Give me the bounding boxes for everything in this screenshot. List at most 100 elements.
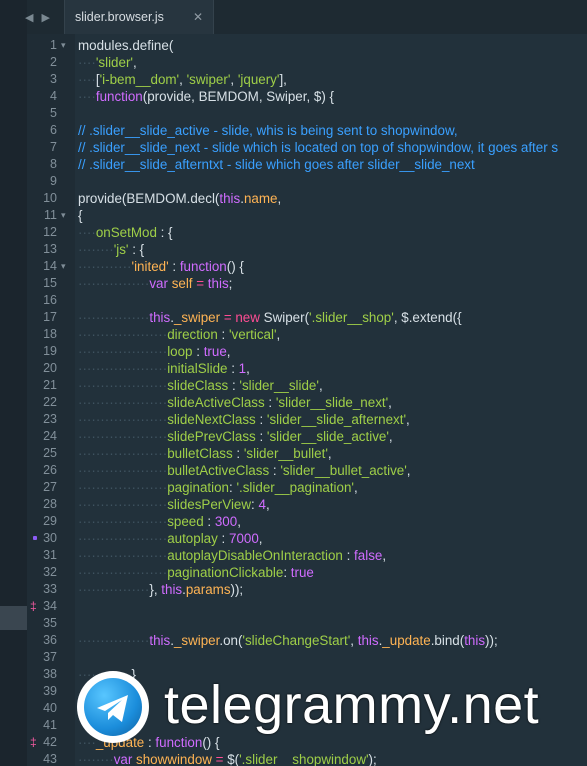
whitespace-token: ···················· bbox=[78, 531, 168, 546]
whitespace-token: ···· bbox=[78, 89, 96, 104]
code-line[interactable]: 27 ····················pagination: '.slid… bbox=[27, 479, 587, 496]
code-line[interactable]: 7 // .slider__slide_next - slide which is… bbox=[27, 139, 587, 156]
code-line[interactable]: 36 ················this._swiper.on('slide… bbox=[27, 632, 587, 649]
code-text: ····················pagination: '.slider… bbox=[78, 479, 358, 496]
code-token: paginationClickable bbox=[167, 565, 284, 580]
code-text: ····'slider', bbox=[78, 54, 137, 71]
code-text: ····················autoplayDisableOnInt… bbox=[78, 547, 386, 564]
back-arrow-icon[interactable]: ◀ bbox=[25, 11, 33, 24]
line-number: 31 bbox=[43, 548, 57, 562]
code-line[interactable]: 14 ▾ ············'inited' : function() { bbox=[27, 258, 587, 275]
code-line[interactable]: 23 ····················slideNextClass : '… bbox=[27, 411, 587, 428]
code-token: : bbox=[217, 531, 229, 546]
fold-arrow-icon[interactable]: ▾ bbox=[61, 37, 66, 54]
tab-slider-browser-js[interactable]: slider.browser.js ✕ bbox=[64, 0, 214, 34]
code-line[interactable]: 8 // .slider__slide_afterntxt - slide whi… bbox=[27, 156, 587, 173]
code-token: $( bbox=[227, 752, 240, 766]
code-line[interactable]: 30 ····················autoplay : 7000, bbox=[27, 530, 587, 547]
code-token: '.slider__shopwindow' bbox=[239, 752, 369, 766]
line-number: 12 bbox=[43, 225, 57, 239]
code-token: new bbox=[235, 310, 264, 325]
code-line[interactable]: 9 bbox=[27, 173, 587, 190]
code-token: 7000 bbox=[229, 531, 259, 546]
code-line[interactable]: 26 ····················bulletActiveClass … bbox=[27, 462, 587, 479]
forward-arrow-icon[interactable]: ▶ bbox=[41, 11, 49, 24]
close-icon[interactable]: ✕ bbox=[193, 10, 203, 24]
code-editor[interactable]: 1 ▾ modules.define(2 ····'slider', 3 ····['i-… bbox=[27, 34, 587, 766]
code-line[interactable]: 38 ············} bbox=[27, 666, 587, 683]
code-line[interactable]: 29 ····················speed : 300, bbox=[27, 513, 587, 530]
code-line[interactable]: 42 ‡ ····_update : function() { bbox=[27, 734, 587, 751]
line-number: 19 bbox=[43, 344, 57, 358]
code-line[interactable]: 25 ····················bulletClass : 'sli… bbox=[27, 445, 587, 462]
code-line[interactable]: 6 // .slider__slide_active - slide, whis … bbox=[27, 122, 587, 139]
code-token: var bbox=[149, 276, 172, 291]
code-line[interactable]: 37 bbox=[27, 649, 587, 666]
code-line[interactable]: 13 ········'js' : { bbox=[27, 241, 587, 258]
code-line[interactable]: 11 ▾ { bbox=[27, 207, 587, 224]
code-token: : bbox=[227, 361, 239, 376]
whitespace-token: ···················· bbox=[78, 429, 168, 444]
code-line[interactable]: 34 ‡ bbox=[27, 598, 587, 615]
code-line[interactable]: 12 ····onSetMod : { bbox=[27, 224, 587, 241]
code-line[interactable]: 24 ····················slidePrevClass : '… bbox=[27, 428, 587, 445]
line-number: 5 bbox=[50, 106, 57, 120]
code-line[interactable]: 3 ····['i-bem__dom', 'swiper', 'jquery'], bbox=[27, 71, 587, 88]
line-number: 33 bbox=[43, 582, 57, 596]
code-token: true bbox=[290, 565, 314, 580]
code-token: , bbox=[388, 395, 392, 410]
code-line[interactable]: 18 ····················direction : 'verti… bbox=[27, 326, 587, 343]
code-token: 'slider__bullet' bbox=[243, 446, 328, 461]
code-text: ················this._swiper = new Swipe… bbox=[78, 309, 462, 326]
code-line[interactable]: 31 ····················autoplayDisableOnI… bbox=[27, 547, 587, 564]
whitespace-token: ···················· bbox=[78, 378, 168, 393]
code-line[interactable]: 10 provide(BEMDOM.decl(this.name, bbox=[27, 190, 587, 207]
whitespace-token: ···················· bbox=[78, 412, 168, 427]
code-line[interactable]: 5 bbox=[27, 105, 587, 122]
code-token: : bbox=[255, 412, 267, 427]
code-token: 300 bbox=[214, 514, 238, 529]
code-line[interactable]: 43 ········var showwindow = $('.slider__s… bbox=[27, 751, 587, 766]
code-line[interactable]: 35 bbox=[27, 615, 587, 632]
code-token: : bbox=[264, 395, 276, 410]
code-line[interactable]: 16 bbox=[27, 292, 587, 309]
code-token: slidesPerView bbox=[167, 497, 252, 512]
code-token: 'slider__bullet_active' bbox=[280, 463, 407, 478]
code-token: , $.extend({ bbox=[393, 310, 462, 325]
code-token: .bind( bbox=[430, 633, 465, 648]
whitespace-token: ···· bbox=[78, 225, 96, 240]
code-token: params bbox=[185, 582, 231, 597]
code-line[interactable]: 39 bbox=[27, 683, 587, 700]
code-token: )); bbox=[230, 582, 244, 597]
code-line[interactable]: 2 ····'slider', bbox=[27, 54, 587, 71]
code-line[interactable]: 33 ················}, this.params)); bbox=[27, 581, 587, 598]
fold-arrow-icon[interactable]: ▾ bbox=[61, 258, 66, 275]
whitespace-token: ················ bbox=[78, 276, 150, 291]
code-token: Swiper( bbox=[263, 310, 310, 325]
code-line[interactable]: 41 bbox=[27, 717, 587, 734]
code-line[interactable]: 22 ····················slideActiveClass :… bbox=[27, 394, 587, 411]
code-text: ····················autoplay : 7000, bbox=[78, 530, 263, 547]
code-text: ····················slidesPerView: 4, bbox=[78, 496, 270, 513]
line-number: 15 bbox=[43, 276, 57, 290]
code-token: : bbox=[283, 565, 291, 580]
code-token: , bbox=[327, 446, 332, 461]
code-token: 'slider__slide_next' bbox=[275, 395, 389, 410]
code-line[interactable]: 15 ················var self = this; bbox=[27, 275, 587, 292]
code-line[interactable]: 19 ····················loop : true, bbox=[27, 343, 587, 360]
fold-arrow-icon[interactable]: ▾ bbox=[61, 207, 66, 224]
line-number: 18 bbox=[43, 327, 57, 341]
code-line[interactable]: 28 ····················slidesPerView: 4, bbox=[27, 496, 587, 513]
code-token: this bbox=[464, 633, 486, 648]
code-line[interactable]: 17 ················this._swiper = new Swi… bbox=[27, 309, 587, 326]
code-line[interactable]: 20 ····················initialSlide : 1, bbox=[27, 360, 587, 377]
side-panel-selection[interactable] bbox=[0, 606, 27, 630]
line-number: 22 bbox=[43, 395, 57, 409]
code-line[interactable]: 4 ····function(provide, BEMDOM, Swiper, $… bbox=[27, 88, 587, 105]
whitespace-token: ···················· bbox=[78, 446, 168, 461]
code-token: = bbox=[220, 310, 236, 325]
code-line[interactable]: 32 ····················paginationClickabl… bbox=[27, 564, 587, 581]
code-line[interactable]: 21 ····················slideClass : 'slid… bbox=[27, 377, 587, 394]
code-line[interactable]: 40 bbox=[27, 700, 587, 717]
code-line[interactable]: 1 ▾ modules.define( bbox=[27, 37, 587, 54]
